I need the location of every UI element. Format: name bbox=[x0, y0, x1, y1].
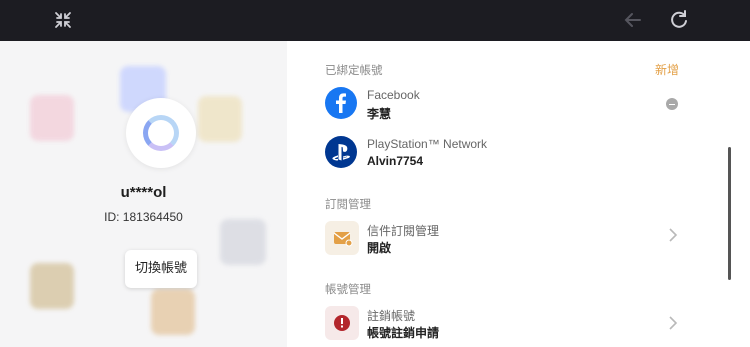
decor-avatar-image bbox=[30, 95, 74, 141]
back-arrow-icon[interactable] bbox=[622, 9, 644, 31]
switch-account-button[interactable]: 切換帳號 bbox=[125, 250, 197, 288]
section-title-account-management: 帳號管理 bbox=[325, 282, 371, 296]
unbind-icon[interactable] bbox=[666, 98, 678, 110]
username: u****ol bbox=[120, 184, 167, 201]
decor-avatar-image bbox=[151, 289, 195, 335]
delete-account-request: 帳號註銷申請 bbox=[367, 326, 440, 340]
section-title-subscription: 訂閱管理 bbox=[325, 197, 371, 211]
mail-subscription-status: 開啟 bbox=[367, 241, 392, 255]
bound-account-platform: Facebook bbox=[367, 88, 420, 102]
chevron-right-icon[interactable] bbox=[668, 227, 678, 247]
settings-panel: 已綁定帳號 新增 Facebook 李慧 PlayStation™ Networ… bbox=[287, 41, 750, 347]
playstation-icon bbox=[325, 136, 357, 168]
collapse-icon[interactable] bbox=[52, 9, 74, 31]
app-logo-icon bbox=[143, 115, 179, 151]
decor-avatar-image bbox=[220, 219, 266, 265]
refresh-icon[interactable] bbox=[668, 9, 690, 31]
bound-account-name: Alvin7754 bbox=[367, 154, 424, 168]
decor-avatar-image bbox=[30, 263, 74, 309]
scrollbar[interactable] bbox=[728, 147, 731, 280]
mail-icon bbox=[325, 221, 359, 255]
avatar bbox=[126, 98, 196, 168]
chevron-right-icon[interactable] bbox=[668, 315, 678, 335]
add-account-link[interactable]: 新增 bbox=[655, 61, 679, 78]
decor-avatar-image bbox=[198, 96, 242, 142]
warning-icon bbox=[325, 306, 359, 340]
delete-account-title: 註銷帳號 bbox=[367, 309, 416, 323]
top-bar bbox=[0, 0, 750, 41]
bound-account-name: 李慧 bbox=[367, 107, 392, 121]
mail-subscription-title: 信件訂閱管理 bbox=[367, 224, 440, 238]
section-title-bound-accounts: 已綁定帳號 bbox=[325, 63, 383, 77]
bound-account-platform: PlayStation™ Network bbox=[367, 137, 488, 151]
facebook-icon bbox=[325, 87, 357, 119]
user-id: ID: 181364450 bbox=[104, 210, 183, 224]
